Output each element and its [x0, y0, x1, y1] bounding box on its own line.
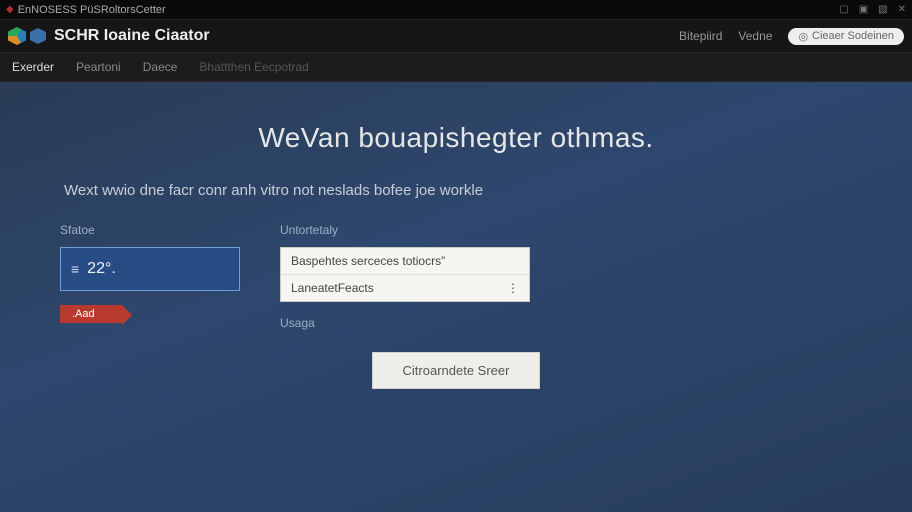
submit-button[interactable]: Citroarndete Sreer [372, 352, 541, 389]
window-max-icon[interactable]: ▣ [859, 4, 868, 15]
header-link-b[interactable]: Vedne [738, 29, 772, 43]
tab-2[interactable]: Daece [143, 60, 178, 74]
logo-cube-icon [8, 27, 26, 45]
content-area: WeVan bouapishegter othmas. Wext wwio dn… [0, 82, 912, 512]
add-tag-label: .Aad [72, 308, 95, 320]
add-tag-button[interactable]: .Aad [60, 305, 122, 323]
state-input[interactable]: ≡ 22°. [60, 247, 240, 291]
align-left-icon: ≡ [71, 261, 77, 277]
dropdown-more-icon: ⋮ [507, 281, 519, 295]
window-controls: ▢ ▣ ▨ ✕ [839, 4, 906, 15]
submit-button-label: Citroarndete Sreer [403, 363, 510, 378]
window-min-icon[interactable]: ▢ [839, 4, 848, 15]
field-label-usage: Usaga [280, 316, 530, 330]
window-titlebar: ◆ EnNOSESS PüSRoltorsCetter ▢ ▣ ▨ ✕ [0, 0, 912, 20]
tab-bar: Exerder Peartoni Daece Bhattthen Eecpotr… [0, 52, 912, 82]
state-input-value: 22°. [87, 260, 116, 278]
target-icon: ◎ [798, 30, 808, 43]
window-extra-icon[interactable]: ✕ [898, 4, 906, 15]
window-title: EnNOSESS PüSRoltorsCetter [18, 4, 166, 16]
app-title: SCHR Ioaine Ciaator [54, 27, 679, 45]
field-label-category: Untortetaly [280, 223, 530, 237]
page-hero: WeVan bouapishegter othmas. [60, 122, 852, 154]
app-dot-icon: ◆ [6, 4, 14, 15]
dropdown-option-2[interactable]: LaneatetFeacts ⋮ [281, 275, 529, 301]
dropdown-option-1[interactable]: Baspehtes serceces totiocrs” [281, 248, 529, 275]
field-label-state: Sfatoe [60, 223, 240, 237]
tab-3[interactable]: Bhattthen Eecpotrad [199, 60, 308, 74]
dropdown-option-2-label: LaneatetFeacts [291, 281, 374, 295]
app-header: SCHR Ioaine Ciaator Bitepiird Vedne ◎ Ci… [0, 20, 912, 52]
search-placeholder: Cieaer Sodeinen [812, 30, 894, 42]
search-input[interactable]: ◎ Cieaer Sodeinen [788, 28, 904, 45]
page-subtitle: Wext wwio dne facr conr anh vitro not ne… [64, 182, 852, 199]
window-close-icon[interactable]: ▨ [878, 4, 887, 15]
tab-0[interactable]: Exerder [12, 60, 54, 74]
tab-1[interactable]: Peartoni [76, 60, 121, 74]
logo-hex-icon [30, 28, 46, 44]
header-link-a[interactable]: Bitepiird [679, 29, 722, 43]
category-dropdown[interactable]: Baspehtes serceces totiocrs” LaneatetFea… [280, 247, 530, 302]
